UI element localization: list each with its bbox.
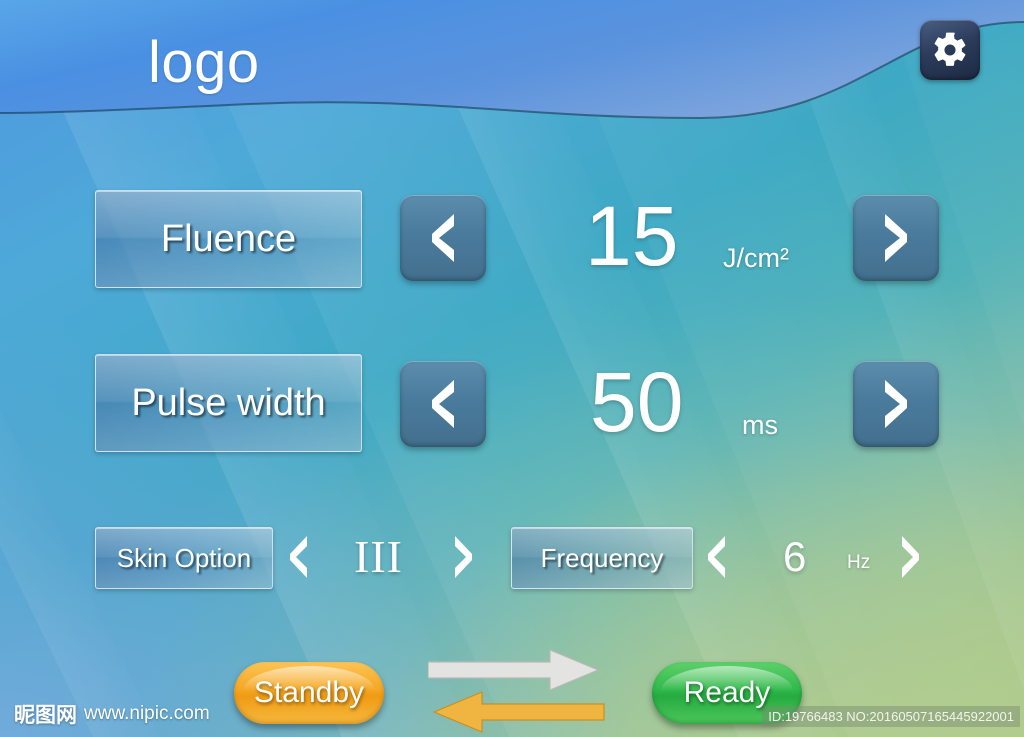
- skin-option-decrease-button[interactable]: [282, 532, 316, 582]
- pulse-width-label-button[interactable]: Pulse width: [95, 354, 362, 452]
- frequency-value: 6: [783, 533, 807, 580]
- pulse-width-increase-button[interactable]: [853, 361, 939, 447]
- frequency-decrease-button[interactable]: [700, 532, 734, 582]
- chevron-left-icon: [285, 535, 313, 579]
- skin-option-increase-button[interactable]: [446, 532, 480, 582]
- chevron-left-icon: [423, 378, 463, 430]
- watermark-site: 昵图网 www.nipic.com: [14, 699, 210, 729]
- standby-button[interactable]: Standby: [234, 662, 384, 724]
- frequency-label-button[interactable]: Frequency: [511, 527, 693, 589]
- arrow-right-icon: [428, 649, 600, 691]
- watermark-id: ID:19766483 NO:20160507165445922001: [762, 706, 1020, 727]
- fluence-decrease-button[interactable]: [400, 195, 486, 281]
- transfer-arrows: [428, 648, 618, 734]
- chevron-right-icon: [896, 535, 924, 579]
- device-control-screen: logo Fluence 15 J/cm² Pulse width 50 ms …: [0, 0, 1024, 737]
- pulse-width-value: 50: [590, 355, 684, 449]
- settings-button[interactable]: [920, 20, 980, 80]
- fluence-value: 15: [585, 189, 679, 283]
- pulse-width-decrease-button[interactable]: [400, 361, 486, 447]
- gear-icon: [931, 31, 969, 69]
- chevron-left-icon: [703, 535, 731, 579]
- page-title: logo: [148, 30, 260, 95]
- fluence-label-button[interactable]: Fluence: [95, 190, 362, 288]
- skin-option-value: III: [354, 531, 403, 582]
- watermark-site-cn: 昵图网: [14, 703, 77, 727]
- chevron-right-icon: [876, 212, 916, 264]
- chevron-right-icon: [876, 378, 916, 430]
- chevron-left-icon: [423, 212, 463, 264]
- chevron-right-icon: [449, 535, 477, 579]
- ready-label: Ready: [683, 676, 771, 709]
- fluence-increase-button[interactable]: [853, 195, 939, 281]
- frequency-unit: Hz: [847, 552, 871, 573]
- skin-option-label-button[interactable]: Skin Option: [95, 527, 273, 589]
- standby-label: Standby: [253, 676, 365, 709]
- watermark-site-url: www.nipic.com: [84, 703, 210, 724]
- pulse-width-label-text: Pulse width: [131, 381, 326, 424]
- fluence-unit: J/cm²: [723, 243, 789, 273]
- frequency-increase-button[interactable]: [893, 532, 927, 582]
- fluence-label-text: Fluence: [160, 217, 297, 260]
- arrow-left-icon: [432, 691, 605, 733]
- frequency-label-text: Frequency: [540, 542, 664, 573]
- skin-option-label-text: Skin Option: [116, 542, 252, 573]
- pulse-width-unit: ms: [742, 410, 778, 440]
